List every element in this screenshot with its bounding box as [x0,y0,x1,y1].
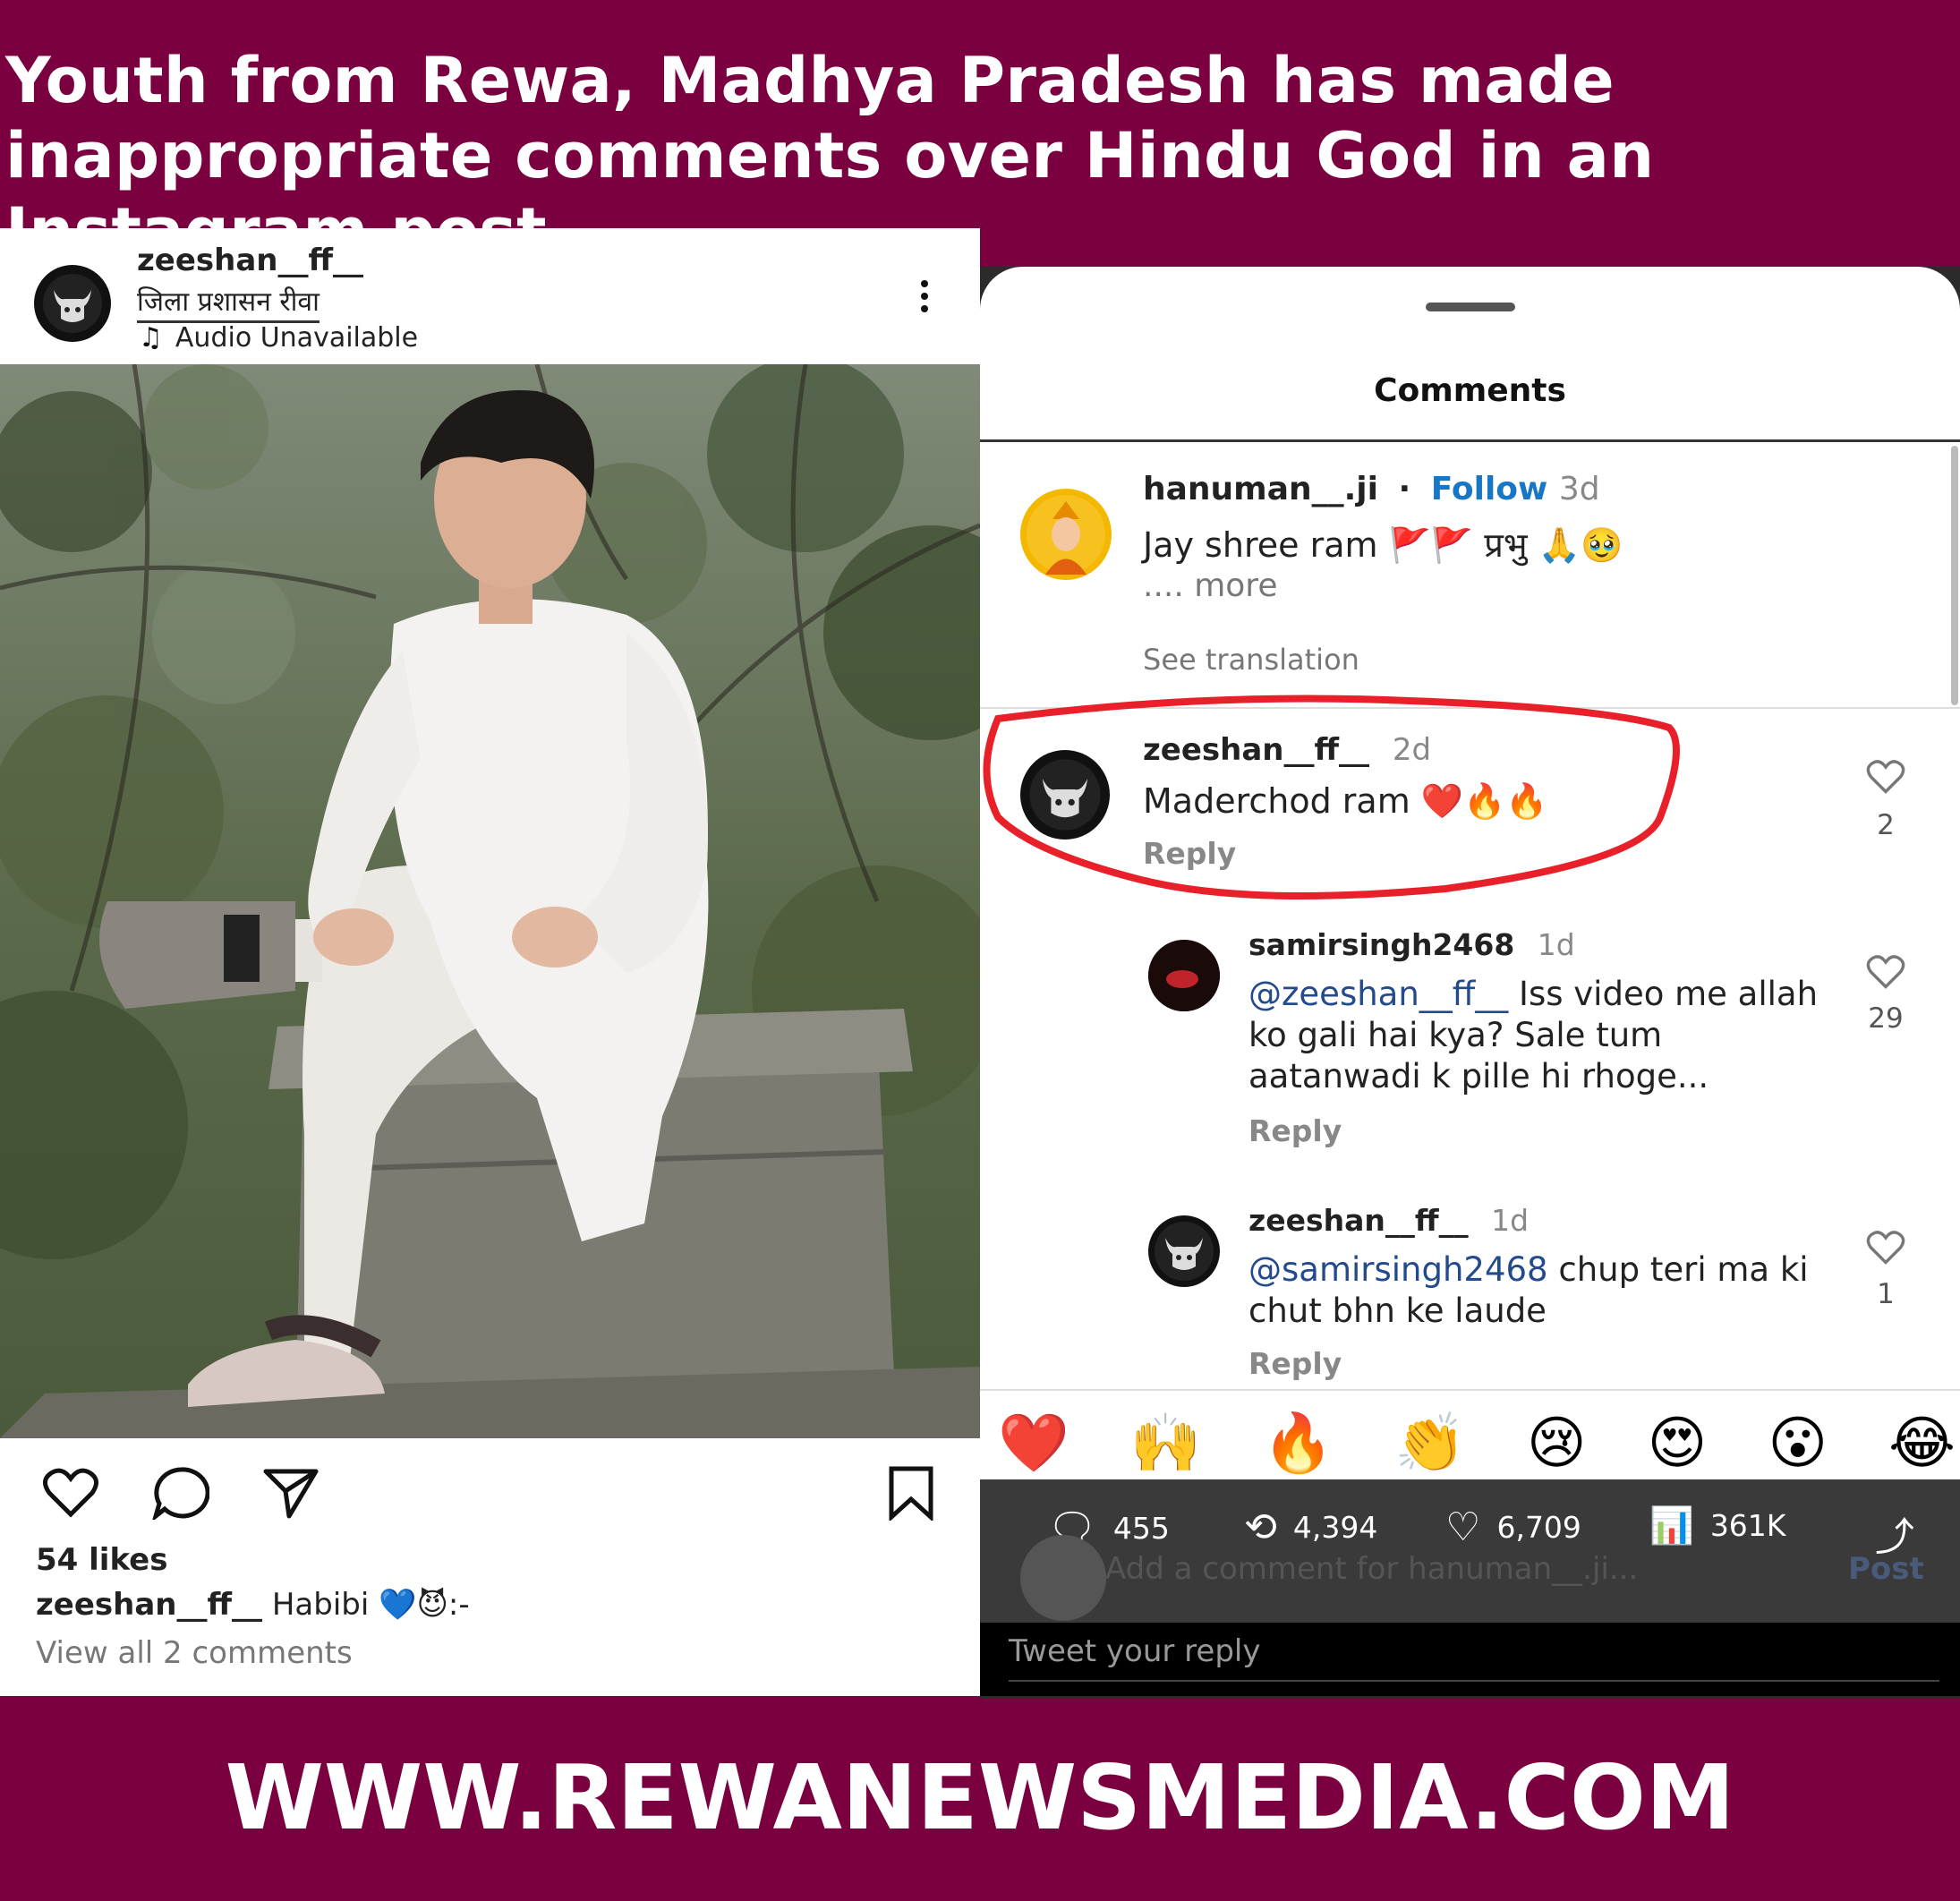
drag-handle[interactable] [1426,303,1515,311]
comment-username: zeeshan__ff__ 1d [1248,1203,1529,1238]
comment-text: @zeeshan__ff__ Iss video me allah ko gal… [1248,974,1839,1097]
comment-avatar-samir[interactable] [1148,940,1220,1011]
comment-time: 1d [1491,1203,1530,1238]
comment-username: samirsingh2468 1d [1248,927,1575,962]
comment-like-count: 1 [1877,1278,1895,1310]
comment-like-heart-icon[interactable] [1866,1230,1905,1266]
emoji-heart-eyes[interactable]: 😍 [1648,1412,1708,1475]
post-location[interactable]: जिला प्रशासन रीवा [137,282,320,323]
comment-username: hanuman__.ji · Follow 3d [1143,471,1600,507]
add-comment-placeholder: Add a comment for hanuman__.ji... [1105,1551,1639,1587]
comment-like-count: 29 [1868,1002,1904,1035]
emoji-heart[interactable]: ❤️ [998,1412,1069,1475]
post-photo[interactable] [0,364,980,1438]
footer-website-url[interactable]: WWW.REWANEWSMEDIA.COM [0,1745,1960,1850]
devil-avatar-icon [1155,1222,1214,1281]
caption: zeeshan__ff__ Habibi 💙😈:- [36,1587,470,1623]
emoji-bar: ❤️ 🙌 🔥 👏 😢 😍 😮 😂 [998,1412,1956,1475]
instagram-post: zeeshan__ff__ जिला प्रशासन रीवा ♫ Audio … [0,228,980,1696]
see-translation-link[interactable]: See translation [1143,643,1359,677]
dot-separator: · [1398,471,1411,507]
tweet-reply-area: Tweet your reply [980,1623,1960,1696]
comment-text: @samirsingh2468 chup teri ma ki chut bhn… [1248,1249,1839,1332]
comment-time: 1d [1537,927,1575,962]
comment-user-hanuman[interactable]: hanuman__.ji [1143,471,1378,507]
tweet-reply-input[interactable]: Tweet your reply [1009,1633,1260,1669]
like-stat[interactable]: ♡ 6,709 [1445,1505,1581,1550]
likes-count[interactable]: 54 likes [36,1542,167,1578]
post-photo-image [0,364,980,1438]
title-divider [980,439,1960,442]
devil-avatar-icon [43,274,102,333]
caption-text: Habibi 💙😈:- [271,1587,470,1623]
comment-avatar-zeeshan[interactable] [1148,1215,1220,1287]
comment-time: 3d [1558,471,1600,507]
bookmark-icon[interactable] [888,1465,934,1521]
reply-count: 455 [1112,1510,1170,1546]
emoji-crying[interactable]: 😢 [1527,1412,1587,1475]
like-heart-icon[interactable] [42,1468,99,1518]
comment-user-zeeshan[interactable]: zeeshan__ff__ [1248,1203,1469,1238]
emoji-surprised[interactable]: 😮 [1768,1412,1828,1475]
comments-title: Comments [1374,372,1566,409]
follow-button[interactable]: Follow [1431,471,1548,507]
my-avatar[interactable] [1020,1535,1106,1621]
heart-outline-icon: ♡ [1445,1505,1481,1550]
comment-avatar-hanuman[interactable] [1020,489,1112,580]
comment-text: Jay shree ram 🚩🚩 प्रभु 🙏🥹 [1143,525,1623,565]
audio-label: Audio Unavailable [175,322,419,354]
emoji-divider [980,1389,1960,1391]
mention-link[interactable]: @zeeshan__ff__ [1248,975,1508,1013]
emoji-clap[interactable]: 👏 [1394,1412,1466,1475]
more-link[interactable]: .... more [1143,567,1277,604]
mention-link[interactable]: @samirsingh2468 [1248,1250,1548,1289]
emoji-fire[interactable]: 🔥 [1262,1412,1334,1475]
tweet-stats-bar: 🗨 455 ⟲ 4,394 ♡ 6,709 📊 361K ⤴ Add a com… [980,1479,1960,1623]
comment-like-heart-icon[interactable] [1866,954,1905,990]
share-send-icon[interactable] [262,1466,320,1520]
comments-sheet: Comments hanuman__.ji · Follow 3d Jay sh… [980,267,1960,1479]
views-stat[interactable]: 📊 361K [1649,1505,1785,1547]
reply-button[interactable]: Reply [1248,1113,1342,1148]
red-highlight-circle [983,695,1680,899]
deity-avatar-icon [1027,495,1105,575]
reply-underline [1009,1680,1939,1682]
post-button[interactable]: Post [1848,1551,1924,1587]
reply-button[interactable]: Reply [1248,1346,1342,1381]
avatar[interactable] [34,265,111,342]
headline-banner: Youth from Rewa, Madhya Pradesh has made… [0,0,1960,268]
retweet-count: 4,394 [1292,1510,1378,1545]
view-all-comments-link[interactable]: View all 2 comments [36,1635,353,1671]
retweet-stat[interactable]: ⟲ 4,394 [1244,1505,1377,1550]
like-count: 6,709 [1496,1510,1581,1545]
post-header: zeeshan__ff__ जिला प्रशासन रीवा ♫ Audio … [0,228,980,364]
caption-username[interactable]: zeeshan__ff__ [36,1587,262,1623]
audio-row[interactable]: ♫ Audio Unavailable [139,322,418,354]
comment-bubble-icon[interactable] [152,1466,209,1520]
emoji-laughing[interactable]: 😂 [1888,1412,1956,1475]
retweet-icon: ⟲ [1244,1505,1277,1550]
bar-chart-icon: 📊 [1649,1505,1694,1547]
emoji-raised-hands[interactable]: 🙌 [1130,1412,1202,1475]
more-options-icon[interactable] [917,280,932,312]
comment-user-samir[interactable]: samirsingh2468 [1248,927,1514,962]
views-count: 361K [1709,1508,1786,1543]
add-comment-input[interactable]: Add a comment for hanuman__.ji... [1105,1551,1638,1587]
red-fire-avatar-icon [1148,940,1220,1011]
music-note-icon: ♫ [139,322,163,354]
post-username[interactable]: zeeshan__ff__ [137,243,363,278]
scrollbar[interactable] [1951,446,1958,705]
